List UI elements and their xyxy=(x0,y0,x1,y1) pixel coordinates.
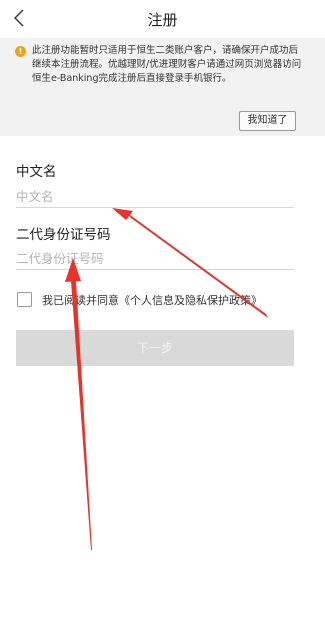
info-icon: ! xyxy=(15,46,26,57)
id-number-label: 二代身份证号码 xyxy=(16,227,111,243)
next-button[interactable]: 下一步 xyxy=(16,330,294,366)
chinese-name-input[interactable] xyxy=(16,185,294,208)
agreement-checkbox[interactable] xyxy=(17,292,32,307)
chinese-name-label: 中文名 xyxy=(16,164,57,180)
acknowledge-button[interactable]: 我知道了 xyxy=(239,111,296,131)
agreement-text[interactable]: 我已阅读并同意《个人信息及隐私保护政策》 xyxy=(42,292,262,308)
id-number-input[interactable] xyxy=(16,247,294,270)
page-title: 注册 xyxy=(147,11,178,29)
notice-text: 此注册功能暂时只适用于恒生二类账户客户，请确保开户成功后继续本注册流程。优越理财… xyxy=(32,45,302,84)
notice-banner: ! 此注册功能暂时只适用于恒生二类账户客户，请确保开户成功后继续本注册流程。优越… xyxy=(0,38,325,136)
top-nav-bar: 注册 xyxy=(0,0,325,38)
